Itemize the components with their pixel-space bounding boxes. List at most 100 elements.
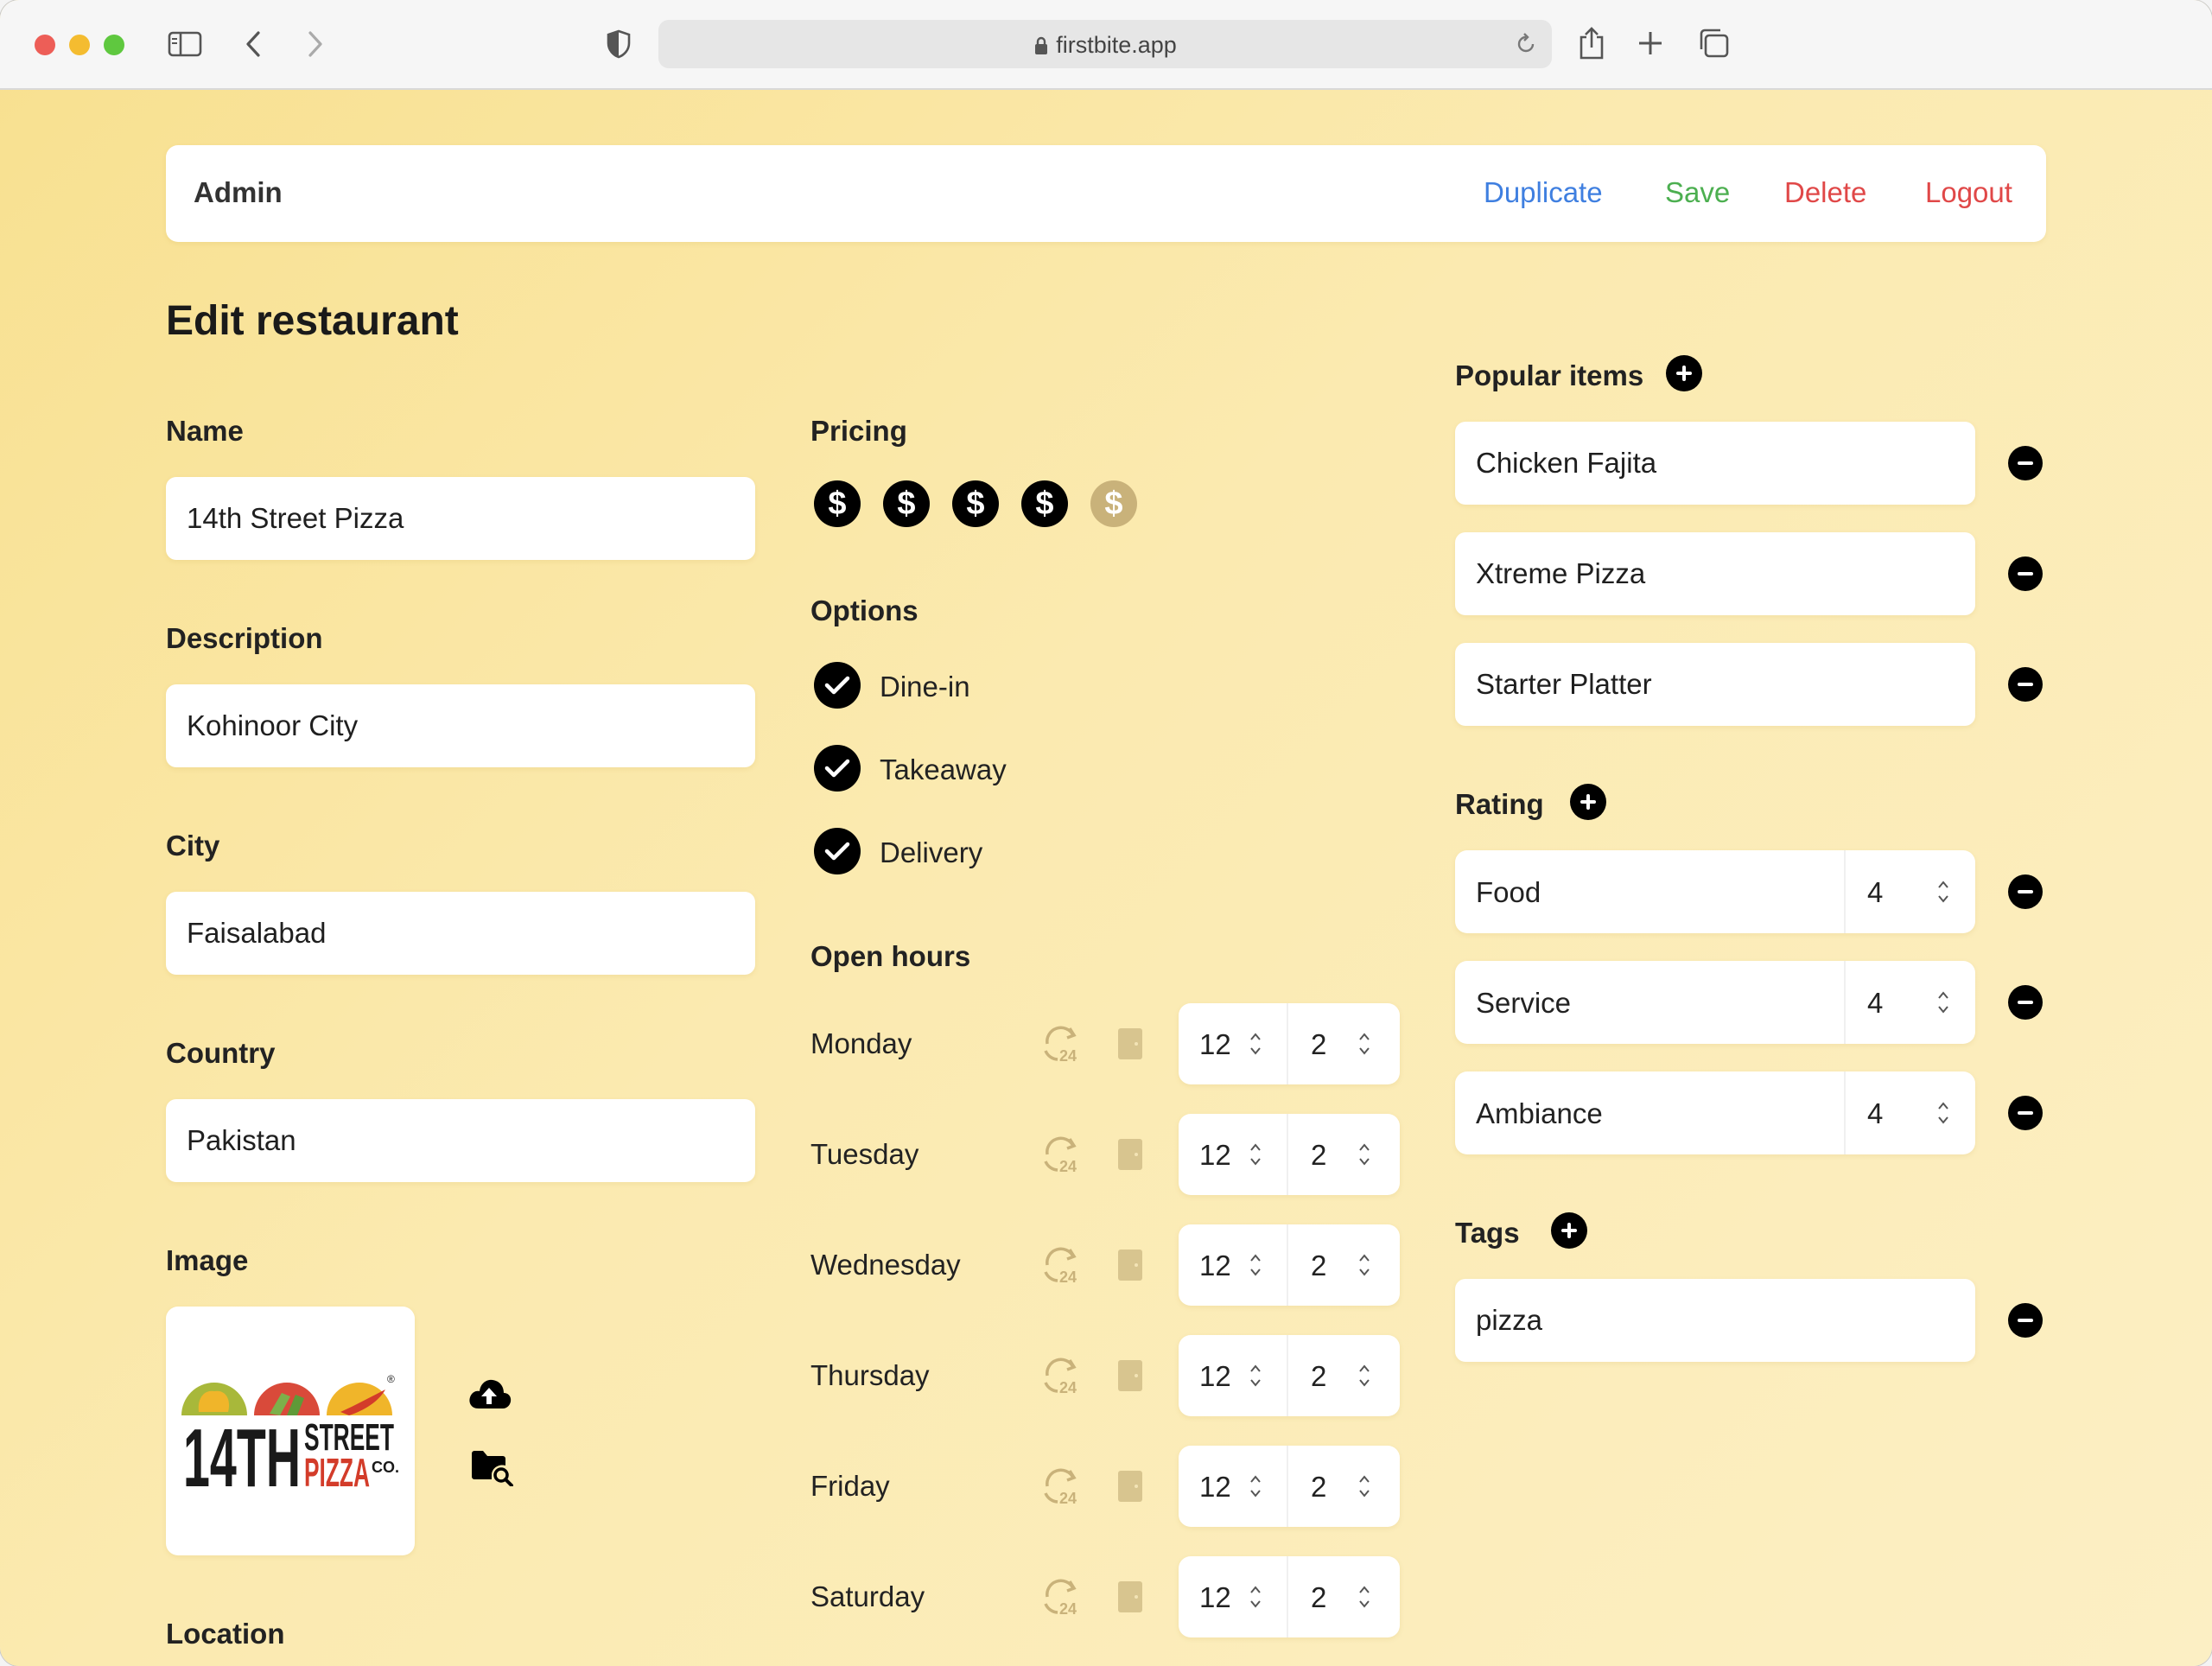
24-hour-icon[interactable]: 24	[1040, 1467, 1082, 1510]
option-label: Delivery	[880, 836, 983, 868]
popular-item-value: Chicken Fajita	[1476, 447, 1657, 479]
new-tab-icon[interactable]	[1636, 29, 1665, 58]
remove-rating-icon[interactable]	[2008, 874, 2043, 909]
rating-value-input[interactable]: 4	[1867, 1097, 1883, 1130]
close-hour-value[interactable]: 2	[1311, 1250, 1326, 1282]
24-hour-icon[interactable]: 24	[1040, 1578, 1082, 1620]
pricing-level-2-button[interactable]: $	[883, 480, 930, 527]
24-hour-icon[interactable]: 24	[1040, 1246, 1082, 1288]
24-hour-icon[interactable]: 24	[1040, 1357, 1082, 1399]
address-bar[interactable]: firstbite.app	[658, 20, 1552, 68]
tags-label: Tags	[1455, 1217, 1520, 1249]
remove-rating-icon[interactable]	[2008, 985, 2043, 1020]
zoom-window-button[interactable]	[104, 35, 124, 55]
add-rating-icon[interactable]	[1570, 784, 1606, 820]
close-hour-value[interactable]: 2	[1311, 1139, 1326, 1172]
close-hour-stepper[interactable]	[1358, 1141, 1370, 1171]
delete-button[interactable]: Delete	[1784, 176, 1866, 209]
popular-item-input[interactable]: Chicken Fajita	[1455, 422, 1975, 505]
reload-icon[interactable]	[1514, 32, 1538, 60]
rating-stepper[interactable]	[1937, 989, 1949, 1019]
door-icon[interactable]	[1118, 1471, 1142, 1502]
door-icon[interactable]	[1118, 1360, 1142, 1391]
rating-name-input[interactable]: Ambiance	[1476, 1097, 1603, 1130]
share-icon[interactable]	[1574, 24, 1609, 62]
rating-value-input[interactable]: 4	[1867, 987, 1883, 1020]
dollar-circle-icon: $	[897, 485, 916, 522]
open-hour-stepper[interactable]	[1249, 1141, 1262, 1171]
close-hour-value[interactable]: 2	[1311, 1360, 1326, 1393]
country-input[interactable]: Pakistan	[166, 1099, 755, 1182]
open-hour-value[interactable]: 12	[1199, 1360, 1231, 1393]
shield-icon[interactable]	[605, 28, 632, 60]
rating-stepper[interactable]	[1937, 1100, 1949, 1129]
open-hour-stepper[interactable]	[1249, 1252, 1262, 1281]
close-hour-value[interactable]: 2	[1311, 1471, 1326, 1504]
open-hour-value[interactable]: 12	[1199, 1028, 1231, 1061]
rating-value-input[interactable]: 4	[1867, 876, 1883, 909]
day-label: Tuesday	[810, 1138, 919, 1170]
popular-item-input[interactable]: Starter Platter	[1455, 643, 1975, 726]
check-circle-icon[interactable]	[814, 662, 861, 709]
cloud-upload-icon[interactable]	[467, 1376, 512, 1416]
door-icon[interactable]	[1118, 1250, 1142, 1281]
minimize-window-button[interactable]	[69, 35, 90, 55]
remove-tag-icon[interactable]	[2008, 1303, 2043, 1338]
close-hour-stepper[interactable]	[1358, 1031, 1370, 1060]
save-button[interactable]: Save	[1665, 176, 1730, 209]
close-window-button[interactable]	[35, 35, 55, 55]
check-circle-icon[interactable]	[814, 745, 861, 792]
pricing-level-4-button[interactable]: $	[1021, 480, 1068, 527]
door-icon[interactable]	[1118, 1028, 1142, 1059]
day-label: Wednesday	[810, 1249, 961, 1281]
door-icon[interactable]	[1118, 1581, 1142, 1612]
duplicate-button[interactable]: Duplicate	[1484, 176, 1603, 209]
open-hour-value[interactable]: 12	[1199, 1139, 1231, 1172]
description-value: Kohinoor City	[187, 709, 359, 741]
close-hour-value[interactable]: 2	[1311, 1581, 1326, 1614]
open-hour-stepper[interactable]	[1249, 1031, 1262, 1060]
logo-14th: 14TH	[183, 1412, 301, 1500]
rating-name-input[interactable]: Food	[1476, 876, 1541, 909]
open-hour-stepper[interactable]	[1249, 1584, 1262, 1613]
open-hour-stepper[interactable]	[1249, 1363, 1262, 1392]
name-input[interactable]: 14th Street Pizza	[166, 477, 755, 560]
logout-button[interactable]: Logout	[1925, 176, 2012, 209]
open-hour-value[interactable]: 12	[1199, 1250, 1231, 1282]
sidebar-toggle-icon[interactable]	[166, 29, 204, 60]
close-hour-stepper[interactable]	[1358, 1363, 1370, 1392]
rating-stepper[interactable]	[1937, 879, 1949, 908]
close-hour-stepper[interactable]	[1358, 1252, 1370, 1281]
close-hour-value[interactable]: 2	[1311, 1028, 1326, 1061]
rating-name-input[interactable]: Service	[1476, 987, 1571, 1020]
door-icon[interactable]	[1118, 1139, 1142, 1170]
add-popular-item-icon[interactable]	[1666, 355, 1702, 391]
tab-overview-icon[interactable]	[1697, 27, 1732, 60]
24-hour-icon[interactable]: 24	[1040, 1025, 1082, 1067]
24-hour-icon[interactable]: 24	[1040, 1135, 1082, 1178]
popular-item-value: Xtreme Pizza	[1476, 557, 1646, 589]
tag-input[interactable]: pizza	[1455, 1279, 1975, 1362]
hours-divider	[1287, 1556, 1288, 1637]
description-label: Description	[166, 622, 323, 654]
close-hour-stepper[interactable]	[1358, 1473, 1370, 1503]
pricing-level-3-button[interactable]: $	[952, 480, 999, 527]
forward-icon[interactable]	[302, 28, 328, 60]
remove-popular-item-icon[interactable]	[2008, 667, 2043, 702]
pricing-level-5-button[interactable]: $	[1090, 480, 1137, 527]
popular-item-input[interactable]: Xtreme Pizza	[1455, 532, 1975, 615]
open-hour-value[interactable]: 12	[1199, 1471, 1231, 1504]
remove-rating-icon[interactable]	[2008, 1096, 2043, 1130]
back-icon[interactable]	[240, 28, 266, 60]
check-circle-icon[interactable]	[814, 828, 861, 874]
close-hour-stepper[interactable]	[1358, 1584, 1370, 1613]
open-hour-stepper[interactable]	[1249, 1473, 1262, 1503]
folder-search-icon[interactable]	[470, 1448, 513, 1491]
description-input[interactable]: Kohinoor City	[166, 684, 755, 767]
pricing-level-1-button[interactable]: $	[814, 480, 861, 527]
city-input[interactable]: Faisalabad	[166, 892, 755, 975]
open-hour-value[interactable]: 12	[1199, 1581, 1231, 1614]
remove-popular-item-icon[interactable]	[2008, 446, 2043, 480]
remove-popular-item-icon[interactable]	[2008, 556, 2043, 591]
add-tag-icon[interactable]	[1551, 1212, 1587, 1249]
